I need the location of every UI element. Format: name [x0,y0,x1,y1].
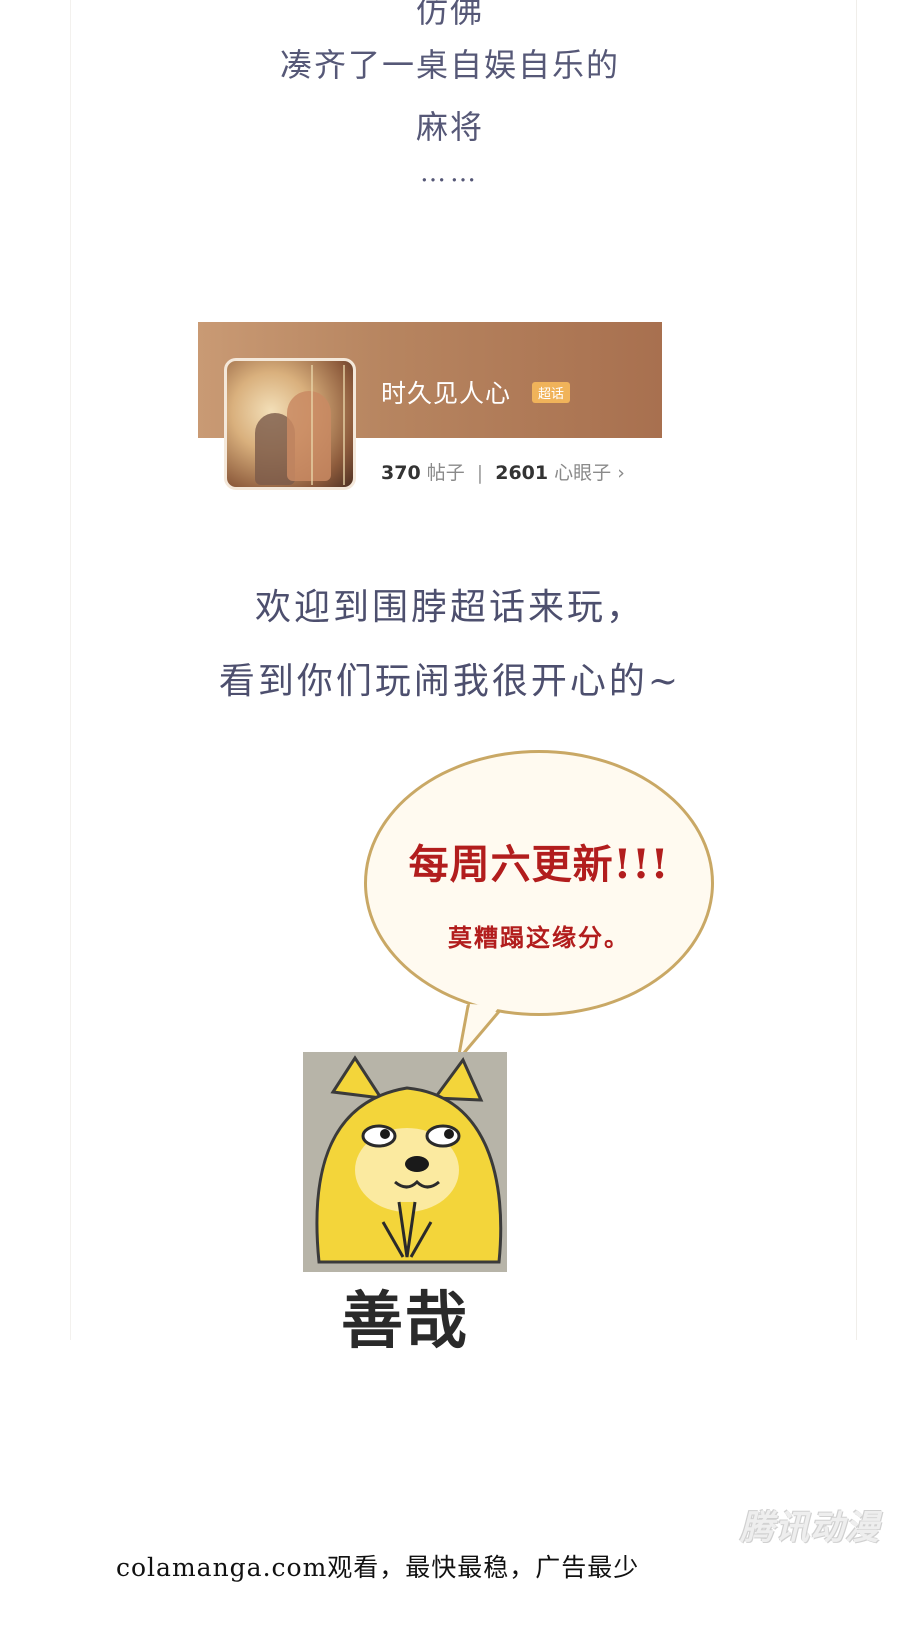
doge-icon [315,1055,503,1264]
tencent-comic-watermark: 腾讯动漫 [740,1508,880,1548]
comic-page: 仿佛 凑齐了一桌自娱自乐的 麻将 …… 时久见人心 超话 370 帖子 | 26… [0,0,900,1633]
update-schedule-text: 每周六更新!!! [408,841,670,888]
bubble-subtext: 莫糟蹋这缘分。 [448,923,630,952]
doge-meme: 善哉 [303,1052,507,1357]
speech-bubble-tail-cover [462,1004,500,1052]
footer-notice[interactable]: colamanga.com观看，最快最稳，广告最少 [116,1548,639,1584]
meme-caption: 善哉 [340,1284,469,1357]
